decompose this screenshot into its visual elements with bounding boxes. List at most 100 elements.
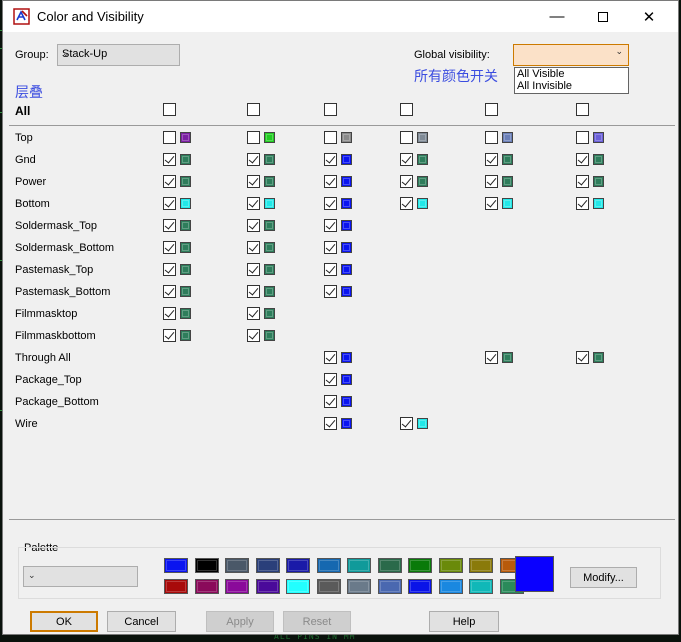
layer-color-swatch[interactable] <box>417 418 428 429</box>
layer-color-swatch[interactable] <box>502 198 513 209</box>
cancel-button[interactable]: Cancel <box>107 611 176 632</box>
palette-color-swatch[interactable] <box>225 558 249 573</box>
layer-color-swatch[interactable] <box>180 198 191 209</box>
layer-visibility-checkbox[interactable] <box>247 175 260 188</box>
layer-color-swatch[interactable] <box>180 220 191 231</box>
palette-color-swatch[interactable] <box>377 558 402 573</box>
layer-visibility-checkbox[interactable] <box>485 175 498 188</box>
layer-visibility-checkbox[interactable] <box>324 175 337 188</box>
layer-visibility-checkbox[interactable] <box>576 131 589 144</box>
layer-visibility-checkbox[interactable] <box>324 285 337 298</box>
layer-color-swatch[interactable] <box>180 242 191 253</box>
layer-color-swatch[interactable] <box>341 396 352 407</box>
layer-visibility-checkbox[interactable] <box>247 285 260 298</box>
palette-color-swatch[interactable] <box>438 579 463 594</box>
layer-visibility-checkbox[interactable] <box>324 197 337 210</box>
palette-color-swatch[interactable] <box>286 579 310 594</box>
layer-color-swatch[interactable] <box>593 352 604 363</box>
option-all-visible[interactable]: All Visible <box>515 68 628 80</box>
title-bar[interactable]: Color and Visibility — ✕ <box>3 1 678 32</box>
palette-color-swatch[interactable] <box>194 579 219 594</box>
layer-color-swatch[interactable] <box>264 330 275 341</box>
layer-color-swatch[interactable] <box>264 176 275 187</box>
ok-button[interactable]: OK <box>30 611 98 632</box>
layer-visibility-checkbox[interactable] <box>324 263 337 276</box>
layer-color-swatch[interactable] <box>341 154 352 165</box>
layer-visibility-checkbox[interactable] <box>400 197 413 210</box>
all-visibility-checkbox[interactable] <box>324 103 337 116</box>
layer-color-swatch[interactable] <box>341 132 352 143</box>
layer-color-swatch[interactable] <box>264 198 275 209</box>
layer-visibility-checkbox[interactable] <box>163 197 176 210</box>
all-visibility-checkbox[interactable] <box>485 103 498 116</box>
layer-color-swatch[interactable] <box>180 308 191 319</box>
layer-color-swatch[interactable] <box>341 242 352 253</box>
layer-visibility-checkbox[interactable] <box>576 197 589 210</box>
palette-color-swatch[interactable] <box>316 579 341 594</box>
layer-visibility-checkbox[interactable] <box>163 241 176 254</box>
maximize-button[interactable] <box>580 1 626 32</box>
layer-color-swatch[interactable] <box>417 154 428 165</box>
layer-visibility-checkbox[interactable] <box>485 197 498 210</box>
layer-visibility-checkbox[interactable] <box>400 131 413 144</box>
layer-color-swatch[interactable] <box>502 132 513 143</box>
layer-visibility-checkbox[interactable] <box>247 329 260 342</box>
layer-color-swatch[interactable] <box>417 198 428 209</box>
palette-color-swatch[interactable] <box>255 558 280 573</box>
layer-visibility-checkbox[interactable] <box>163 131 176 144</box>
palette-color-swatch[interactable] <box>408 579 432 594</box>
layer-visibility-checkbox[interactable] <box>247 307 260 320</box>
palette-color-swatch[interactable] <box>255 579 280 594</box>
layer-color-swatch[interactable] <box>502 352 513 363</box>
layer-color-swatch[interactable] <box>264 308 275 319</box>
layer-color-swatch[interactable] <box>593 176 604 187</box>
layer-visibility-checkbox[interactable] <box>400 153 413 166</box>
layer-visibility-checkbox[interactable] <box>576 153 589 166</box>
layer-visibility-checkbox[interactable] <box>247 197 260 210</box>
palette-color-swatch[interactable] <box>316 558 341 573</box>
layer-visibility-checkbox[interactable] <box>324 373 337 386</box>
layer-color-swatch[interactable] <box>341 220 352 231</box>
layer-visibility-checkbox[interactable] <box>324 395 337 408</box>
all-visibility-checkbox[interactable] <box>400 103 413 116</box>
palette-color-swatch[interactable] <box>225 579 249 594</box>
layer-visibility-checkbox[interactable] <box>400 175 413 188</box>
layer-visibility-checkbox[interactable] <box>485 153 498 166</box>
layer-color-swatch[interactable] <box>341 198 352 209</box>
close-button[interactable]: ✕ <box>626 1 672 32</box>
apply-button[interactable]: Apply <box>206 611 274 632</box>
palette-color-swatch[interactable] <box>469 579 493 594</box>
layer-color-swatch[interactable] <box>593 132 604 143</box>
layer-color-swatch[interactable] <box>417 176 428 187</box>
layer-visibility-checkbox[interactable] <box>324 417 337 430</box>
layer-color-swatch[interactable] <box>341 286 352 297</box>
palette-select[interactable]: ⌄ <box>23 566 138 587</box>
layer-visibility-checkbox[interactable] <box>247 219 260 232</box>
layer-color-swatch[interactable] <box>341 418 352 429</box>
layer-visibility-checkbox[interactable] <box>247 263 260 276</box>
layer-color-swatch[interactable] <box>341 374 352 385</box>
layer-visibility-checkbox[interactable] <box>247 131 260 144</box>
layer-visibility-checkbox[interactable] <box>400 417 413 430</box>
modify-button[interactable]: Modify... <box>570 567 637 588</box>
layer-color-swatch[interactable] <box>264 154 275 165</box>
layer-visibility-checkbox[interactable] <box>163 175 176 188</box>
palette-color-swatch[interactable] <box>408 558 432 573</box>
layer-visibility-checkbox[interactable] <box>163 263 176 276</box>
all-visibility-checkbox[interactable] <box>576 103 589 116</box>
layer-color-swatch[interactable] <box>341 176 352 187</box>
all-visibility-checkbox[interactable] <box>247 103 260 116</box>
layer-visibility-checkbox[interactable] <box>576 175 589 188</box>
layer-color-swatch[interactable] <box>180 264 191 275</box>
layer-color-swatch[interactable] <box>180 154 191 165</box>
layer-color-swatch[interactable] <box>264 264 275 275</box>
layer-color-swatch[interactable] <box>180 330 191 341</box>
group-select[interactable]: Stack-Up ⌄ <box>57 44 180 66</box>
palette-color-swatch[interactable] <box>194 558 219 573</box>
palette-color-swatch[interactable] <box>286 558 310 573</box>
layer-color-swatch[interactable] <box>264 132 275 143</box>
palette-color-swatch[interactable] <box>469 558 493 573</box>
all-visibility-checkbox[interactable] <box>163 103 176 116</box>
layer-color-swatch[interactable] <box>264 220 275 231</box>
layer-visibility-checkbox[interactable] <box>163 329 176 342</box>
